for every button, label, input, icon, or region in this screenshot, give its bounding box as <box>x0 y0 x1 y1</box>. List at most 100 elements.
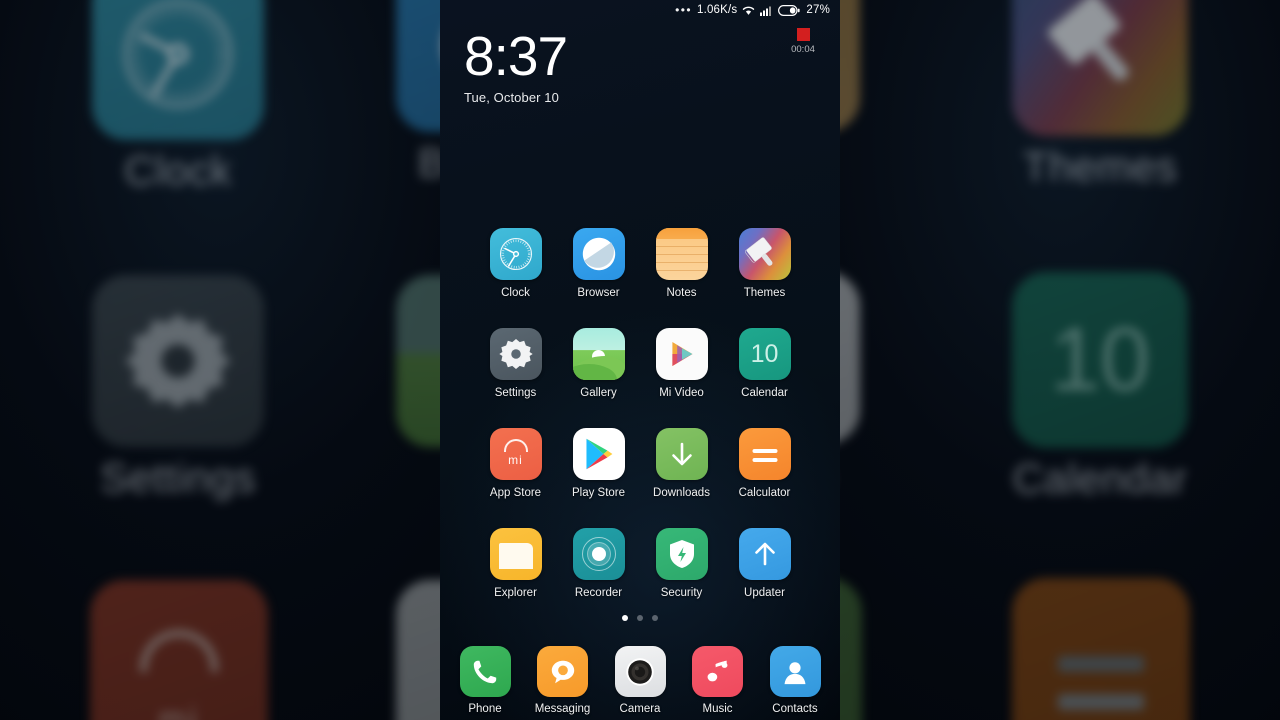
app-recorder[interactable]: Recorder <box>565 528 633 600</box>
clock-icon[interactable] <box>489 228 542 280</box>
app-downloads[interactable]: Downloads <box>648 428 716 500</box>
app-label: Updater <box>744 587 785 599</box>
phone-handset-icon[interactable] <box>459 646 511 697</box>
blur-label-calendar: Calendar <box>1012 455 1188 503</box>
app-label: Browser <box>577 287 620 299</box>
blur-label-browser-partial: B <box>418 138 440 186</box>
app-calendar[interactable]: 10 Calendar <box>731 328 799 400</box>
record-stop-icon[interactable] <box>796 28 810 41</box>
app-label: Explorer <box>494 587 537 599</box>
dock-label: Music <box>702 703 733 715</box>
blur-downloads-icon <box>840 578 862 720</box>
app-clock[interactable]: Clock <box>482 228 550 300</box>
app-label: Security <box>660 587 703 599</box>
play-store-icon[interactable] <box>572 428 625 480</box>
gallery-icon[interactable] <box>572 328 625 380</box>
app-label: Calendar <box>741 387 788 399</box>
battery-icon <box>778 4 801 16</box>
mi-video-icon[interactable] <box>655 328 708 380</box>
app-mi-video[interactable]: Mi Video <box>648 328 716 400</box>
dock-label: Camera <box>619 703 661 715</box>
music-note-icon[interactable] <box>692 646 743 697</box>
phone-screen: ••• 1.06K/s 27% 00:04 8:37 Tue, October … <box>440 0 840 720</box>
blur-gallery-icon <box>396 275 440 447</box>
blur-calendar-icon: 10 Calendar <box>1012 272 1188 502</box>
blur-settings-icon: Settings <box>92 275 264 501</box>
equals-icon[interactable] <box>738 428 791 480</box>
network-speed-text: 1.06K/s <box>696 4 738 16</box>
blur-clock-icon: Clock <box>92 0 264 194</box>
blur-label-clock: Clock <box>124 146 232 194</box>
app-notes[interactable]: Notes <box>648 228 716 300</box>
dock-item-messaging[interactable]: Messaging <box>532 646 594 716</box>
dock-item-contacts[interactable]: Contacts <box>764 646 826 716</box>
camera-lens-icon[interactable] <box>614 646 666 697</box>
battery-percent-text: 27% <box>806 4 830 16</box>
calendar-day-number: 10 <box>750 339 779 368</box>
blur-mivideo-icon <box>840 272 860 444</box>
app-label: Recorder <box>574 587 623 599</box>
app-label: Downloads <box>653 487 710 499</box>
wifi-icon <box>742 5 755 16</box>
mi-app-store-icon[interactable]: mi <box>489 428 542 480</box>
app-browser[interactable]: Browser <box>565 228 633 300</box>
app-settings[interactable]: Settings <box>482 328 550 400</box>
app-play-store[interactable]: Play Store <box>565 428 633 500</box>
app-label: App Store <box>489 487 542 499</box>
screen-record-indicator[interactable]: 00:04 <box>780 28 826 55</box>
blur-label-themes: Themes <box>1022 143 1178 191</box>
person-icon[interactable] <box>769 646 821 697</box>
signal-bars-icon <box>760 5 773 16</box>
app-calculator[interactable]: Calculator <box>731 428 799 500</box>
blur-playstore-icon <box>396 580 440 720</box>
app-app-store[interactable]: mi App Store <box>482 428 550 500</box>
app-label: Notes <box>666 287 697 299</box>
themes-icon[interactable] <box>738 228 791 280</box>
blur-calculator-icon <box>1012 578 1190 720</box>
background-blur-left: Clock Settings B mi <box>0 0 440 720</box>
app-updater[interactable]: Updater <box>731 528 799 600</box>
app-label: Clock <box>501 287 530 299</box>
app-themes[interactable]: Themes <box>731 228 799 300</box>
blur-label-settings: Settings <box>100 453 256 501</box>
up-arrow-icon[interactable] <box>738 528 791 580</box>
download-arrow-icon[interactable] <box>655 428 708 480</box>
blur-browser-icon: B <box>396 0 440 186</box>
folder-icon[interactable] <box>489 528 542 580</box>
page-dot-2[interactable] <box>637 615 643 621</box>
app-label: Play Store <box>571 487 626 499</box>
background-blur-right: Themes 10 Calendar o <box>840 0 1280 720</box>
blur-appstore-icon: mi <box>90 580 268 720</box>
notes-icon[interactable] <box>655 228 708 280</box>
app-gallery[interactable]: Gallery <box>565 328 633 400</box>
dock-label: Phone <box>468 703 502 715</box>
record-circle-icon[interactable] <box>572 528 625 580</box>
dock-item-phone[interactable]: Phone <box>454 646 516 716</box>
dock-item-music[interactable]: Music <box>687 646 749 716</box>
app-label: Mi Video <box>659 387 704 399</box>
gear-icon[interactable] <box>489 328 542 380</box>
app-label: Gallery <box>580 387 617 399</box>
app-label: Themes <box>743 287 786 299</box>
browser-icon[interactable] <box>572 228 625 280</box>
status-bar: ••• 1.06K/s 27% <box>440 0 840 20</box>
chat-bubble-icon[interactable] <box>537 646 588 697</box>
notification-overflow-dots: ••• <box>675 3 692 17</box>
dock-item-camera[interactable]: Camera <box>609 646 671 716</box>
app-security[interactable]: Security <box>648 528 716 600</box>
app-grid: Clock Browser Notes Themes Settings Gall… <box>440 228 840 600</box>
page-dot-3[interactable] <box>652 615 658 621</box>
app-label: Settings <box>494 387 537 399</box>
blur-themes-icon: Themes <box>1012 0 1188 190</box>
shield-bolt-icon[interactable] <box>655 528 708 580</box>
page-dot-1[interactable] <box>622 615 628 621</box>
clock-date: Tue, October 10 <box>464 90 559 105</box>
app-explorer[interactable]: Explorer <box>482 528 550 600</box>
blur-notes-icon <box>840 0 860 132</box>
calendar-icon[interactable]: 10 <box>738 328 791 380</box>
blur-label-partial-right: o <box>840 452 900 502</box>
screen-stage: Clock Settings B mi Themes 10 Calendar •… <box>0 0 1280 720</box>
page-indicator[interactable] <box>440 615 840 621</box>
app-label: Calculator <box>738 487 791 499</box>
dock: Phone Messaging Camera Music Contacts <box>440 646 840 716</box>
